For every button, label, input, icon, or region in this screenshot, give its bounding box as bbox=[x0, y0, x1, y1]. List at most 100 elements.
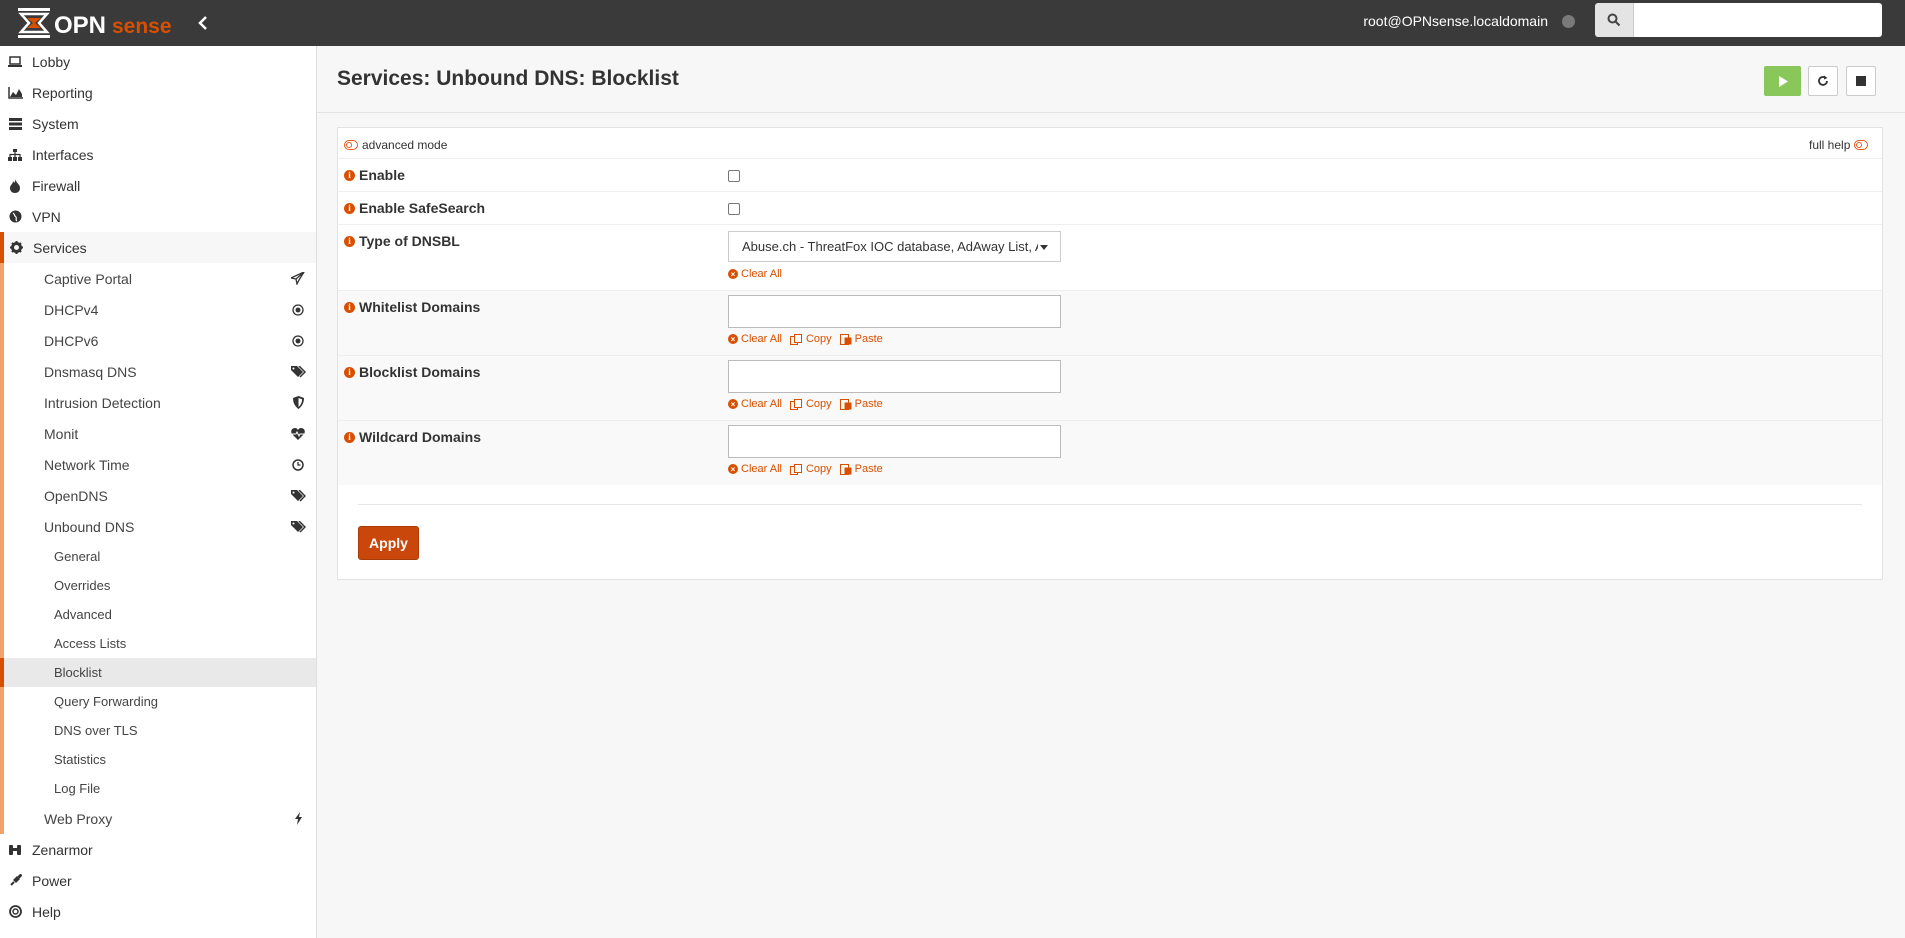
sidebar-item-overrides[interactable]: Overrides bbox=[0, 571, 316, 600]
caret-down-icon bbox=[1040, 245, 1048, 250]
paste-icon bbox=[839, 334, 852, 345]
top-bar: OPN sense root@OPNsense.localdomain bbox=[0, 0, 1905, 46]
enable-checkbox[interactable] bbox=[728, 170, 740, 182]
sidebar-item-access-lists[interactable]: Access Lists bbox=[0, 629, 316, 658]
sidebar-item-dnsmasq-dns[interactable]: Dnsmasq DNS bbox=[0, 356, 316, 387]
search-input[interactable] bbox=[1634, 3, 1882, 37]
times-circle-icon: × bbox=[728, 399, 738, 409]
server-icon bbox=[7, 116, 23, 132]
start-service-button[interactable] bbox=[1764, 66, 1801, 96]
fire-icon bbox=[7, 178, 23, 194]
paper-plane-icon bbox=[290, 271, 306, 287]
sidebar-item-interfaces[interactable]: Interfaces bbox=[0, 139, 316, 170]
tags-icon bbox=[290, 488, 306, 504]
blocklist-paste-button[interactable]: Paste bbox=[839, 398, 883, 410]
wildcard-row: i Wildcard Domains × Clear All Copy Paste bbox=[338, 421, 1882, 485]
apply-button[interactable]: Apply bbox=[358, 526, 419, 560]
clock-icon bbox=[290, 457, 306, 473]
advanced-mode-toggle[interactable]: advanced mode bbox=[344, 138, 447, 152]
stop-icon bbox=[1856, 76, 1866, 86]
sidebar-item-system[interactable]: System bbox=[0, 108, 316, 139]
wildcard-domains-input[interactable] bbox=[728, 425, 1061, 458]
play-icon bbox=[1778, 75, 1788, 87]
wildcard-clear-all-button[interactable]: × Clear All bbox=[728, 463, 782, 475]
safesearch-label: Enable SafeSearch bbox=[359, 200, 486, 216]
sidebar-item-advanced[interactable]: Advanced bbox=[0, 600, 316, 629]
paste-icon bbox=[839, 464, 852, 475]
enable-row: i Enable bbox=[338, 159, 1882, 192]
sidebar-item-network-time[interactable]: Network Time bbox=[0, 449, 316, 480]
sidebar-item-power[interactable]: Power bbox=[0, 865, 316, 896]
cog-icon bbox=[8, 240, 24, 256]
info-icon[interactable]: i bbox=[344, 169, 355, 181]
sidebar-item-general[interactable]: General bbox=[0, 542, 316, 571]
wildcard-paste-button[interactable]: Paste bbox=[839, 463, 883, 475]
sidebar-item-firewall[interactable]: Firewall bbox=[0, 170, 316, 201]
blocklist-domains-input[interactable] bbox=[728, 360, 1061, 393]
sidebar-item-lobby[interactable]: Lobby bbox=[0, 46, 316, 77]
info-icon[interactable]: i bbox=[344, 431, 355, 443]
plug-icon bbox=[7, 873, 23, 889]
collapse-sidebar-icon[interactable] bbox=[192, 12, 214, 34]
sidebar-item-vpn[interactable]: VPN bbox=[0, 201, 316, 232]
svg-text:OPN: OPN bbox=[54, 12, 106, 39]
tags-icon bbox=[290, 364, 306, 380]
mode-row bbox=[338, 131, 1882, 159]
sidebar-item-opendns[interactable]: OpenDNS bbox=[0, 480, 316, 511]
times-circle-icon: × bbox=[728, 334, 738, 344]
bolt-icon bbox=[290, 811, 306, 827]
sidebar-item-web-proxy[interactable]: Web Proxy bbox=[0, 803, 316, 834]
toggle-off-icon bbox=[344, 140, 358, 150]
laptop-icon bbox=[7, 54, 23, 70]
whitelist-label: Whitelist Domains bbox=[359, 299, 481, 315]
info-icon[interactable]: i bbox=[344, 301, 355, 313]
info-icon[interactable]: i bbox=[344, 366, 355, 378]
whitelist-copy-button[interactable]: Copy bbox=[789, 333, 832, 345]
sidebar-item-unbound-dns[interactable]: Unbound DNS bbox=[0, 511, 316, 542]
dnsbl-label: Type of DNSBL bbox=[359, 233, 460, 249]
search-icon[interactable] bbox=[1595, 3, 1634, 37]
sidebar-item-dhcpv6[interactable]: DHCPv6 bbox=[0, 325, 316, 356]
area-chart-icon bbox=[7, 85, 23, 101]
sidebar-item-captive-portal[interactable]: Captive Portal bbox=[0, 263, 316, 294]
blocklist-copy-button[interactable]: Copy bbox=[789, 398, 832, 410]
sidebar-item-query-forwarding[interactable]: Query Forwarding bbox=[0, 687, 316, 716]
enable-label: Enable bbox=[359, 167, 405, 183]
stop-service-button[interactable] bbox=[1846, 66, 1876, 96]
page-title: Services: Unbound DNS: Blocklist bbox=[337, 67, 679, 90]
bullseye-icon bbox=[290, 302, 306, 318]
sidebar-item-monit[interactable]: Monit bbox=[0, 418, 316, 449]
sidebar-item-dhcpv4[interactable]: DHCPv4 bbox=[0, 294, 316, 325]
times-circle-icon: × bbox=[728, 269, 738, 279]
sidebar-item-intrusion-detection[interactable]: Intrusion Detection bbox=[0, 387, 316, 418]
sidebar-item-zenarmor[interactable]: Zenarmor bbox=[0, 834, 316, 865]
sidebar-item-log-file[interactable]: Log File bbox=[0, 774, 316, 803]
info-icon[interactable]: i bbox=[344, 202, 355, 214]
full-help-toggle[interactable]: full help bbox=[1809, 138, 1869, 152]
whitelist-domains-input[interactable] bbox=[728, 295, 1061, 328]
sidebar-item-dns-over-tls[interactable]: DNS over TLS bbox=[0, 716, 316, 745]
svg-text:sense: sense bbox=[112, 15, 172, 38]
whitelist-row: i Whitelist Domains × Clear All Copy Paste bbox=[338, 291, 1882, 356]
status-indicator-icon[interactable] bbox=[1562, 15, 1575, 28]
sidebar: Lobby Reporting System Interfaces Firewa… bbox=[0, 46, 317, 938]
safesearch-checkbox[interactable] bbox=[728, 203, 740, 215]
dnsbl-clear-all-button[interactable]: × Clear All bbox=[728, 268, 782, 280]
sidebar-item-statistics[interactable]: Statistics bbox=[0, 745, 316, 774]
info-icon[interactable]: i bbox=[344, 235, 355, 247]
sidebar-item-reporting[interactable]: Reporting bbox=[0, 77, 316, 108]
sidebar-item-services[interactable]: Services bbox=[0, 232, 316, 263]
refresh-icon bbox=[1818, 75, 1828, 86]
sidebar-item-blocklist[interactable]: Blocklist bbox=[0, 658, 316, 687]
sidebar-item-help[interactable]: Help bbox=[0, 896, 316, 927]
bullseye-icon bbox=[290, 333, 306, 349]
current-user[interactable]: root@OPNsense.localdomain bbox=[1363, 13, 1548, 29]
whitelist-paste-button[interactable]: Paste bbox=[839, 333, 883, 345]
opnsense-logo[interactable]: OPN sense bbox=[18, 4, 174, 42]
whitelist-clear-all-button[interactable]: × Clear All bbox=[728, 333, 782, 345]
restart-service-button[interactable] bbox=[1808, 66, 1838, 96]
tags-icon bbox=[290, 519, 306, 535]
dnsbl-select[interactable]: Abuse.ch - ThreatFox IOC database, AdAwa… bbox=[728, 231, 1061, 262]
blocklist-clear-all-button[interactable]: × Clear All bbox=[728, 398, 782, 410]
wildcard-copy-button[interactable]: Copy bbox=[789, 463, 832, 475]
